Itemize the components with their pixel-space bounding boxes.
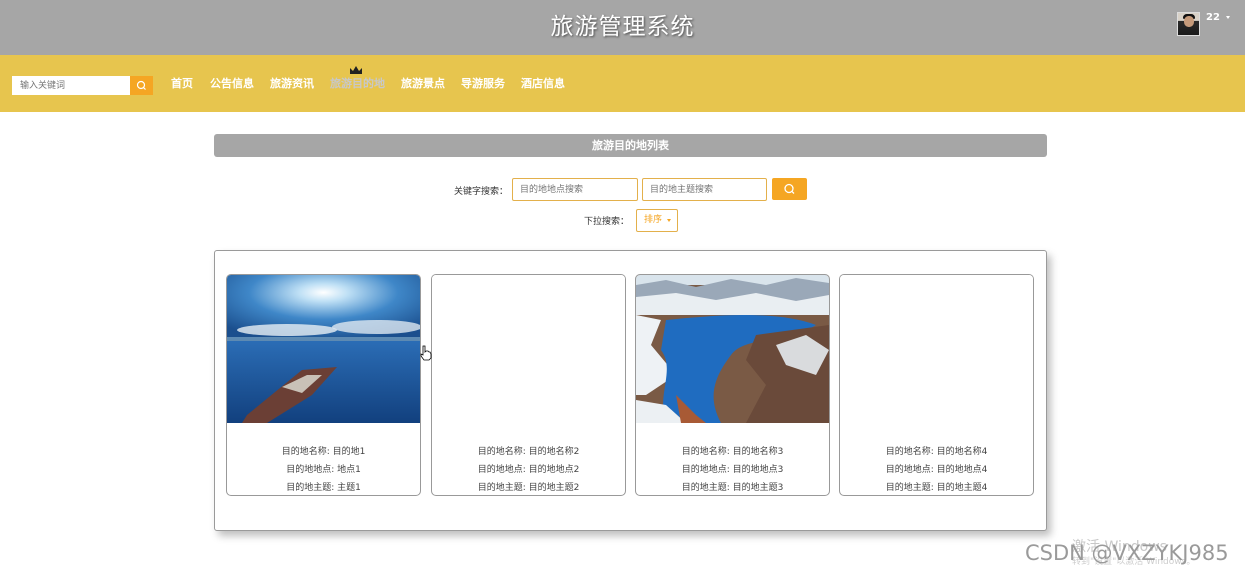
destination-name: 目的地名称: 目的地名称3 — [681, 447, 784, 457]
nav-item-destinations[interactable]: 旅游目的地 — [330, 75, 385, 91]
destination-location: 目的地地点: 目的地地点3 — [681, 465, 784, 475]
user-dropdown-caret-icon[interactable] — [1226, 16, 1230, 19]
theme-search-input[interactable] — [642, 178, 767, 201]
destination-card[interactable]: 目的地名称: 目的地1 目的地地点: 地点1 目的地主题: 主题1 — [226, 274, 421, 496]
nav-item-home[interactable]: 首页 — [171, 75, 193, 91]
location-search-input[interactable] — [512, 178, 638, 201]
destination-image-placeholder[interactable] — [840, 275, 1033, 423]
destination-image-river-canyon[interactable] — [636, 275, 829, 423]
site-title: 旅游管理系统 — [550, 14, 695, 40]
destination-name: 目的地名称: 目的地名称2 — [477, 447, 580, 457]
nav-search-button[interactable] — [130, 76, 153, 95]
destination-location: 目的地地点: 地点1 — [286, 465, 361, 475]
nav-item-hotels[interactable]: 酒店信息 — [521, 75, 565, 91]
hand-cursor-icon — [420, 345, 432, 361]
nav-bar: 首页 公告信息 旅游资讯 旅游目的地 旅游景点 导游服务 酒店信息 — [0, 55, 1245, 112]
destination-card[interactable]: 目的地名称: 目的地名称4 目的地地点: 目的地地点4 目的地主题: 目的地主题… — [839, 274, 1034, 496]
keyword-search-label: 关键字搜索： — [454, 187, 509, 197]
user-avatar[interactable] — [1177, 12, 1200, 36]
search-icon — [136, 80, 146, 90]
list-title-bar: 旅游目的地列表 — [214, 134, 1047, 157]
destination-theme: 目的地主题: 目的地主题4 — [885, 483, 988, 493]
destination-location: 目的地地点: 目的地地点4 — [885, 465, 988, 475]
sort-dropdown-button[interactable]: 排序 — [636, 209, 678, 232]
destination-image-placeholder[interactable] — [432, 275, 625, 423]
nav-search-input[interactable] — [12, 76, 130, 95]
destination-image-sunset-sea[interactable] — [227, 275, 420, 423]
nav-item-news[interactable]: 旅游资讯 — [270, 75, 314, 91]
search-icon — [784, 183, 795, 194]
nav-item-guides[interactable]: 导游服务 — [461, 75, 505, 91]
destination-theme: 目的地主题: 目的地主题3 — [681, 483, 784, 493]
user-name[interactable]: 22 — [1206, 12, 1220, 23]
destination-theme: 目的地主题: 目的地主题2 — [477, 483, 580, 493]
destination-name: 目的地名称: 目的地1 — [281, 447, 366, 457]
avatar-face — [1184, 16, 1194, 27]
sort-label: 排序 — [644, 215, 663, 225]
destination-theme: 目的地主题: 主题1 — [286, 483, 361, 493]
csdn-watermark: CSDN @VXZYKJ985 — [1025, 541, 1229, 565]
filter-search-button[interactable] — [772, 178, 807, 200]
dropdown-search-label: 下拉搜索： — [584, 217, 630, 227]
chevron-down-icon — [667, 219, 671, 222]
nav-item-attractions[interactable]: 旅游景点 — [401, 75, 445, 91]
destination-card[interactable]: 目的地名称: 目的地名称2 目的地地点: 目的地地点2 目的地主题: 目的地主题… — [431, 274, 626, 496]
top-header: 旅游管理系统 22 — [0, 0, 1245, 55]
crown-icon — [350, 66, 362, 74]
nav-item-notices[interactable]: 公告信息 — [210, 75, 254, 91]
destination-name: 目的地名称: 目的地名称4 — [885, 447, 988, 457]
destination-location: 目的地地点: 目的地地点2 — [477, 465, 580, 475]
destination-card[interactable]: 目的地名称: 目的地名称3 目的地地点: 目的地地点3 目的地主题: 目的地主题… — [635, 274, 830, 496]
destination-list: 目的地名称: 目的地1 目的地地点: 地点1 目的地主题: 主题1 目的地名称:… — [214, 250, 1047, 531]
